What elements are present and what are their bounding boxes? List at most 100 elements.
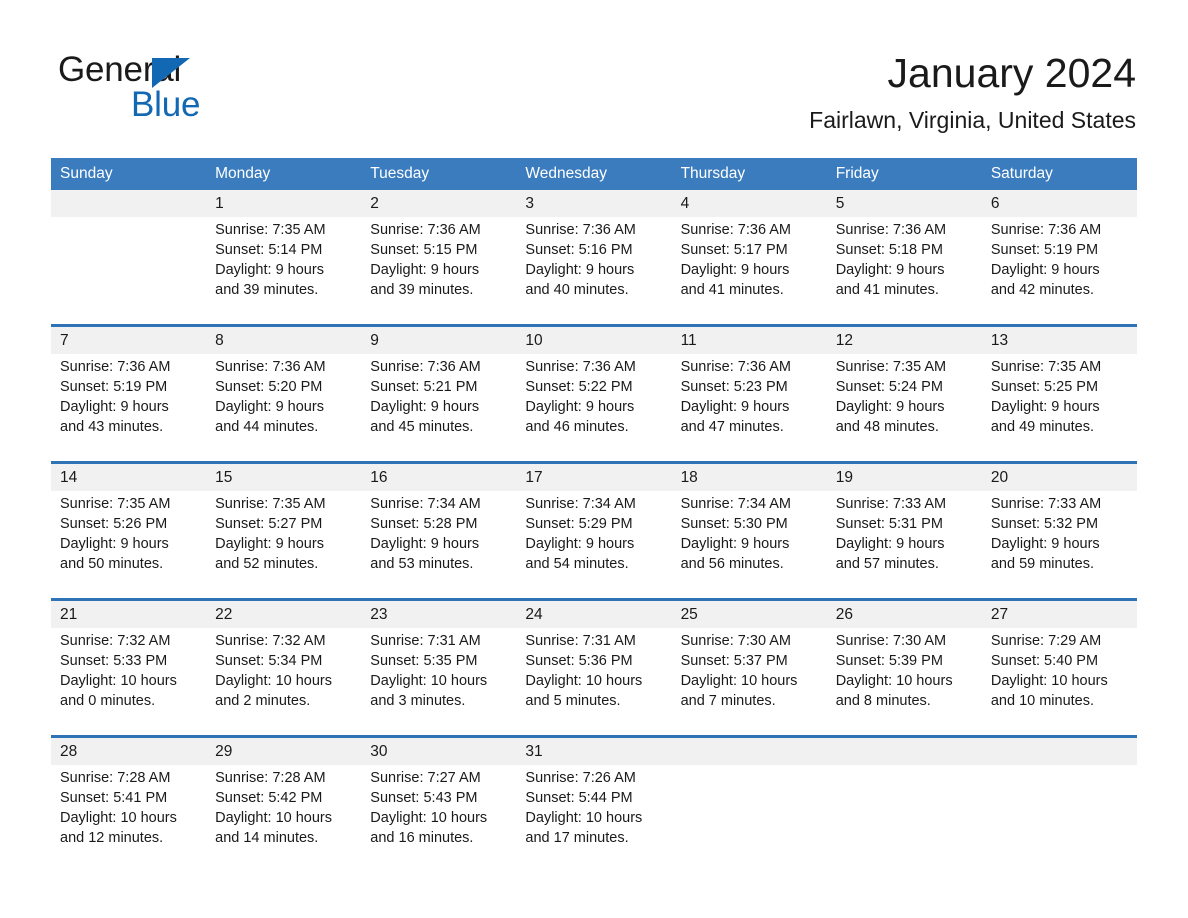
- day-number[interactable]: 30: [361, 738, 516, 765]
- day-cell[interactable]: Sunrise: 7:28 AM Sunset: 5:42 PM Daylight:…: [206, 765, 361, 872]
- day-number[interactable]: 17: [516, 464, 671, 491]
- calendar-week-row: 28 29 30 31 Sunrise: 7:28 AM Sunset: 5:41 PM D…: [51, 735, 1137, 872]
- day-cell[interactable]: Sunrise: 7:31 AM Sunset: 5:36 PM Daylight:…: [516, 628, 671, 735]
- day-number[interactable]: 28: [51, 738, 206, 765]
- day-sunrise-text: Sunrise: 7:29 AM: [990, 633, 1102, 649]
- day-cell[interactable]: Sunrise: 7:35 AM Sunset: 5:24 PM Daylight:…: [827, 354, 982, 461]
- week-detail-row: Sunrise: 7:35 AM Sunset: 5:14 PM Daylight:…: [51, 217, 1137, 324]
- day-sunset-text: Sunset: 5:27 PM: [215, 516, 323, 532]
- day-sunset-text: Sunset: 5:17 PM: [680, 242, 788, 258]
- day-sunrise-text: Sunrise: 7:30 AM: [680, 633, 791, 649]
- day-sunset-text: Sunset: 5:42 PM: [215, 790, 323, 806]
- day-cell[interactable]: Sunrise: 7:34 AM Sunset: 5:30 PM Daylight:…: [672, 491, 827, 598]
- day-cell[interactable]: Sunrise: 7:27 AM Sunset: 5:43 PM Daylight:…: [361, 765, 516, 872]
- day-sunset-text: Sunset: 5:23 PM: [680, 379, 788, 395]
- week-daynumber-band: 123456: [51, 190, 1137, 217]
- day-daylight-text: Daylight: 10 hours: [370, 673, 488, 689]
- day-cell[interactable]: Sunrise: 7:34 AM Sunset: 5:28 PM Daylight:…: [361, 491, 516, 598]
- day-number[interactable]: 10: [516, 327, 671, 354]
- day-number[interactable]: 19: [827, 464, 982, 491]
- day-cell[interactable]: Sunrise: 7:32 AM Sunset: 5:33 PM Daylight:…: [51, 628, 206, 735]
- day-number[interactable]: 6: [982, 190, 1137, 217]
- day-number[interactable]: 29: [206, 738, 361, 765]
- day-number[interactable]: 11: [672, 327, 827, 354]
- day-cell[interactable]: Sunrise: 7:28 AM Sunset: 5:41 PM Daylight:…: [51, 765, 206, 872]
- day-daylight-text: and 47 minutes.: [680, 419, 784, 435]
- day-number[interactable]: 14: [51, 464, 206, 491]
- day-number[interactable]: 3: [516, 190, 671, 217]
- title-block: January 2024 Fairlawn, Virginia, United …: [809, 48, 1136, 134]
- day-cell[interactable]: Sunrise: 7:29 AM Sunset: 5:40 PM Daylight:…: [982, 628, 1137, 735]
- day-cell[interactable]: Sunrise: 7:31 AM Sunset: 5:35 PM Daylight:…: [361, 628, 516, 735]
- day-number[interactable]: 15: [206, 464, 361, 491]
- day-cell[interactable]: Sunrise: 7:36 AM Sunset: 5:22 PM Daylight:…: [516, 354, 671, 461]
- day-number[interactable]: 27: [982, 601, 1137, 628]
- day-daylight-text: and 0 minutes.: [60, 693, 156, 709]
- day-number[interactable]: 16: [361, 464, 516, 491]
- week-detail-row: Sunrise: 7:32 AM Sunset: 5:33 PM Daylight:…: [51, 628, 1137, 735]
- day-cell[interactable]: Sunrise: 7:33 AM Sunset: 5:31 PM Daylight:…: [827, 491, 982, 598]
- day-number[interactable]: 5: [827, 190, 982, 217]
- day-daylight-text: Daylight: 9 hours: [525, 399, 635, 415]
- day-cell[interactable]: Sunrise: 7:26 AM Sunset: 5:44 PM Daylight:…: [516, 765, 671, 872]
- day-number[interactable]: 20: [982, 464, 1137, 491]
- day-number[interactable]: 23: [361, 601, 516, 628]
- day-sunrise-text: Sunrise: 7:32 AM: [60, 633, 171, 649]
- day-cell[interactable]: Sunrise: 7:35 AM Sunset: 5:27 PM Daylight:…: [206, 491, 361, 598]
- page-subtitle: Fairlawn, Virginia, United States: [809, 107, 1136, 133]
- day-cell[interactable]: Sunrise: 7:35 AM Sunset: 5:25 PM Daylight:…: [982, 354, 1137, 461]
- day-sunset-text: Sunset: 5:31 PM: [835, 516, 943, 532]
- day-daylight-text: and 7 minutes.: [680, 693, 776, 709]
- day-number[interactable]: 26: [827, 601, 982, 628]
- day-number[interactable]: 24: [516, 601, 671, 628]
- day-cell[interactable]: Sunrise: 7:32 AM Sunset: 5:34 PM Daylight:…: [206, 628, 361, 735]
- day-cell[interactable]: Sunrise: 7:36 AM Sunset: 5:17 PM Daylight:…: [672, 217, 827, 324]
- day-cell[interactable]: Sunrise: 7:36 AM Sunset: 5:19 PM Daylight:…: [982, 217, 1137, 324]
- day-cell[interactable]: Sunrise: 7:35 AM Sunset: 5:14 PM Daylight:…: [206, 217, 361, 324]
- day-cell[interactable]: Sunrise: 7:34 AM Sunset: 5:29 PM Daylight:…: [516, 491, 671, 598]
- day-number[interactable]: 22: [206, 601, 361, 628]
- day-cell[interactable]: Sunrise: 7:30 AM Sunset: 5:39 PM Daylight:…: [827, 628, 982, 735]
- day-daylight-text: and 39 minutes.: [215, 282, 319, 298]
- calendar-week-row: 1 2 3 4 5 6 Sunrise: 7:35 AM Sunset: 5:14 PM Day…: [51, 190, 1137, 324]
- day-number[interactable]: 13: [982, 327, 1137, 354]
- calendar-table: Sunday Monday Tuesday Wednesday Thursday Frid…: [51, 158, 1137, 872]
- day-cell[interactable]: Sunrise: 7:36 AM Sunset: 5:15 PM Daylight:…: [361, 217, 516, 324]
- day-number[interactable]: 25: [672, 601, 827, 628]
- day-cell[interactable]: Sunrise: 7:33 AM Sunset: 5:32 PM Daylight:…: [982, 491, 1137, 598]
- day-sunrise-text: Sunrise: 7:33 AM: [990, 496, 1102, 512]
- brand-name-blue: Blue: [131, 85, 201, 124]
- day-number[interactable]: 12: [827, 327, 982, 354]
- week-detail-row: Sunrise: 7:28 AM Sunset: 5:41 PM Daylight:…: [51, 765, 1137, 872]
- day-sunset-text: Sunset: 5:28 PM: [370, 516, 478, 532]
- day-cell[interactable]: Sunrise: 7:36 AM Sunset: 5:16 PM Daylight:…: [516, 217, 671, 324]
- day-cell[interactable]: Sunrise: 7:30 AM Sunset: 5:37 PM Daylight:…: [672, 628, 827, 735]
- day-cell[interactable]: Sunrise: 7:36 AM Sunset: 5:18 PM Daylight:…: [827, 217, 982, 324]
- day-number[interactable]: 8: [206, 327, 361, 354]
- day-number[interactable]: 31: [516, 738, 671, 765]
- day-cell[interactable]: Sunrise: 7:36 AM Sunset: 5:20 PM Daylight:…: [206, 354, 361, 461]
- day-number[interactable]: 9: [361, 327, 516, 354]
- calendar-week-row: 21 22 23 24 25 26 27 Sunrise: 7:32 AM Sunset: 5:…: [51, 598, 1137, 735]
- day-cell[interactable]: Sunrise: 7:36 AM Sunset: 5:23 PM Daylight:…: [672, 354, 827, 461]
- day-daylight-text: and 42 minutes.: [990, 282, 1095, 298]
- day-sunset-text: Sunset: 5:36 PM: [525, 653, 633, 669]
- day-daylight-text: and 43 minutes.: [60, 419, 164, 435]
- day-cell[interactable]: Sunrise: 7:36 AM Sunset: 5:21 PM Daylight:…: [361, 354, 516, 461]
- brand-logo[interactable]: General Blue: [58, 50, 378, 128]
- day-cell[interactable]: Sunrise: 7:35 AM Sunset: 5:26 PM Daylight:…: [51, 491, 206, 598]
- day-number[interactable]: 21: [51, 601, 206, 628]
- day-sunrise-text: Sunrise: 7:36 AM: [680, 359, 791, 375]
- day-daylight-text: Daylight: 9 hours: [680, 536, 790, 552]
- triangle-icon: [152, 58, 190, 88]
- calendar-page: General Blue January 2024 Fairlawn, Virg…: [0, 0, 1188, 918]
- day-sunset-text: Sunset: 5:26 PM: [60, 516, 168, 532]
- day-sunrise-text: Sunrise: 7:27 AM: [370, 770, 481, 786]
- day-number[interactable]: 2: [361, 190, 516, 217]
- day-cell[interactable]: Sunrise: 7:36 AM Sunset: 5:19 PM Daylight:…: [51, 354, 206, 461]
- day-number[interactable]: 7: [51, 327, 206, 354]
- day-number[interactable]: 4: [672, 190, 827, 217]
- day-number[interactable]: 1: [206, 190, 361, 217]
- day-number[interactable]: 18: [672, 464, 827, 491]
- day-daylight-text: and 46 minutes.: [525, 419, 629, 435]
